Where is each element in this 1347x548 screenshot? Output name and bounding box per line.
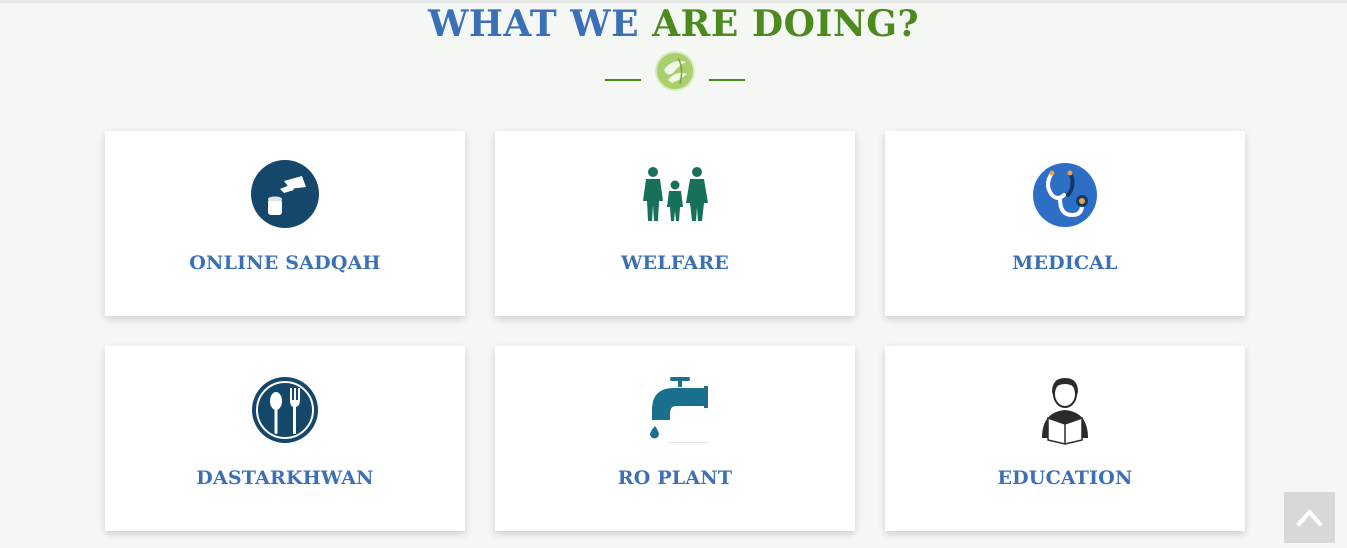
stethoscope-icon	[1030, 159, 1100, 231]
section-title: WHAT WE ARE DOING?	[0, 2, 1347, 46]
card-label: EDUCATION	[997, 467, 1133, 489]
scroll-to-top-button[interactable]	[1284, 492, 1335, 543]
water-tap-icon	[640, 374, 710, 446]
card-welfare[interactable]: WELFARE	[495, 131, 855, 316]
card-medical[interactable]: MEDICAL	[885, 131, 1245, 316]
card-online-sadqah[interactable]: ONLINE SADQAH	[105, 131, 465, 316]
spoon-fork-icon	[250, 374, 320, 446]
section-title-accent: ARE DOING?	[652, 3, 920, 45]
family-icon	[640, 159, 710, 231]
card-ro-plant[interactable]: RO PLANT	[495, 346, 855, 531]
student-reading-icon	[1030, 374, 1100, 446]
card-label: MEDICAL	[1012, 252, 1118, 274]
divider-line-right	[709, 79, 745, 81]
donation-hand-icon	[250, 159, 320, 231]
card-label: DASTARKHWAN	[196, 467, 374, 489]
card-education[interactable]: EDUCATION	[885, 346, 1245, 531]
section-title-primary: WHAT WE	[427, 3, 653, 45]
title-divider	[605, 50, 745, 92]
card-label: RO PLANT	[617, 467, 733, 489]
divider-line-left	[605, 79, 641, 81]
card-dastarkhwan[interactable]: DASTARKHWAN	[105, 346, 465, 531]
card-label: WELFARE	[621, 252, 729, 274]
card-label: ONLINE SADQAH	[189, 252, 381, 274]
leaf-logo-icon	[654, 50, 696, 92]
